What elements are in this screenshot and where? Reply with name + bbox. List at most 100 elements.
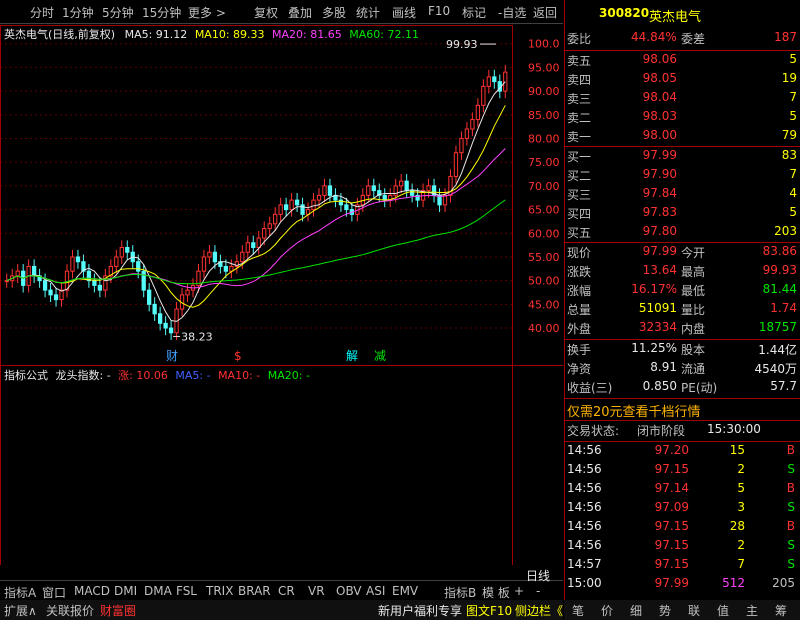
fund-value: 57.7 [770,379,797,393]
detail-tab-4[interactable]: 联 [688,602,700,619]
toolbar-item-4[interactable]: 更多 > [188,4,226,21]
promo-link[interactable]: 新用户福利专享 [378,602,462,619]
period-daily-label[interactable]: 日线 [526,567,550,584]
toolbar-item-8[interactable]: 统计 [356,4,380,21]
tick-price: 97.99 [654,576,689,590]
candle-body [366,185,371,196]
link-quote-button[interactable]: 关联报价 [46,602,94,619]
weicha-label: 委差 [681,32,706,46]
candle-body [294,199,300,206]
ma5-label: MA5: 91.12 [124,28,188,41]
detail-tab-6[interactable]: 主 [746,602,758,619]
detail-tab-5[interactable]: 值 [717,602,729,619]
toolbar-item-13[interactable]: 返回 [533,4,557,21]
buy-price: 97.83 [642,205,677,219]
fund-value: 0.850 [642,379,677,393]
kline-svg[interactable]: 100.0 95.00 90.00 85.00 80.00 75.00 70.00 65.00… [0,25,563,565]
indicator-tab-3[interactable]: DMI [114,584,137,598]
indicator-tab-4[interactable]: DMA [144,584,172,598]
toolbar-item-0[interactable]: 分时 [30,4,54,21]
tick-dir: S [787,462,795,476]
toolbar-item-10[interactable]: F10 [428,4,450,18]
buy-label: 买三 [567,188,592,202]
candle-body [311,199,316,211]
toolbar-item-1[interactable]: 1分钟 [62,4,94,21]
ma10-label: MA10: 89.33 [194,28,265,41]
candle-body [453,152,459,177]
buy-price: 97.90 [642,167,677,181]
indicator-tab-5[interactable]: FSL [176,584,197,598]
toolbar-item-3[interactable]: 15分钟 [142,4,181,21]
indicator-tab-2[interactable]: MACD [74,584,110,598]
tick-row-1: 14:56 97.15 2 S [565,462,800,481]
depth-promo-link[interactable]: 仅需20元查看千档行情 [567,401,701,420]
event-marker[interactable]: $ [234,349,242,363]
tick-price: 97.09 [654,500,689,514]
quote-value: 97.99 [642,244,677,258]
indicator-tab-13[interactable]: 指标B [444,584,476,601]
tick-dir: B [786,481,795,495]
sidebar-button[interactable]: 侧边栏《 [515,602,563,619]
quote-row-2: 涨幅 16.17% 最低 81.44 [565,282,800,301]
ma20-label: MA20: 81.65 [272,28,342,41]
event-marker[interactable]: 财 [166,349,178,363]
toolbar-item-2[interactable]: 5分钟 [102,4,134,21]
toolbar-item-5[interactable]: 复权 [254,4,278,21]
tick-dir: S [787,538,795,552]
candle-body [240,251,245,263]
candle-body [92,280,97,286]
indicator-tab-10[interactable]: OBV [336,584,362,598]
f10-button[interactable]: 图文F10 [466,602,512,619]
sell-qty: 19 [781,71,797,85]
sell-price: 98.05 [642,71,677,85]
toolbar-item-9[interactable]: 画线 [392,4,416,21]
sell-label: 卖二 [567,111,592,125]
detail-tab-2[interactable]: 细 [630,602,642,619]
indicator-tab-16[interactable]: - [536,584,540,598]
toolbar-item-6[interactable]: 叠加 [288,4,312,21]
tick-price: 97.15 [654,519,689,533]
candle-body [157,313,163,324]
quote-label: 今开 [681,246,706,260]
quote-label: 涨跌 [567,265,592,279]
indicator-tab-12[interactable]: EMV [392,584,418,598]
indicator-tab-14[interactable]: 模 板 [482,584,510,601]
candle-body [464,128,470,140]
candle-body [152,303,157,315]
fortune-circle-button[interactable]: 财富圈 [100,602,136,619]
event-marker[interactable]: 减 [374,349,386,363]
indicator-tab-8[interactable]: CR [278,584,295,598]
quote-value: 32334 [638,320,677,334]
ma60-label: MA60: 72.11 [349,28,419,41]
detail-tab-7[interactable]: 筹 [775,602,787,619]
toolbar-item-12[interactable]: -自选 [498,4,526,21]
candle-body [97,284,103,291]
candle-body [316,194,322,201]
toolbar-item-11[interactable]: 标记 [462,4,486,21]
indicator-tab-11[interactable]: ASI [366,584,385,598]
indicator-tab-0[interactable]: 指标A [4,584,36,601]
sell-price: 98.00 [642,128,677,142]
buy-level-2: 买三 97.84 4 [565,186,800,205]
detail-tab-0[interactable]: 笔 [572,602,584,619]
promo-row: 仅需20元查看千档行情 [565,401,800,420]
indicator-tab-1[interactable]: 窗口 [42,584,66,601]
event-marker[interactable]: 解 [346,349,358,363]
trade-status-time: 15:30:00 [707,422,761,436]
candle-body [486,76,491,87]
quote-label: 总量 [567,303,592,317]
fund-label: 换手 [567,343,592,357]
y-tick-label: 40.00 [528,322,560,335]
toolbar-item-7[interactable]: 多股 [322,4,346,21]
kline-chart[interactable]: 100.0 95.00 90.00 85.00 80.00 75.00 70.00 65.00… [0,25,563,565]
quote-row-3: 总量 51091 量比 1.74 [565,301,800,320]
expand-button[interactable]: 扩展∧ [4,602,37,619]
detail-tab-1[interactable]: 价 [601,602,613,619]
indicator-tab-6[interactable]: TRIX [206,584,233,598]
indicator-name: 龙头指数: - [55,369,111,382]
indicator-tab-7[interactable]: BRAR [238,584,271,598]
indicator-title[interactable]: 指标公式 [4,369,48,382]
indicator-tab-15[interactable]: + [514,584,524,598]
indicator-tab-9[interactable]: VR [308,584,325,598]
detail-tab-3[interactable]: 势 [659,602,671,619]
